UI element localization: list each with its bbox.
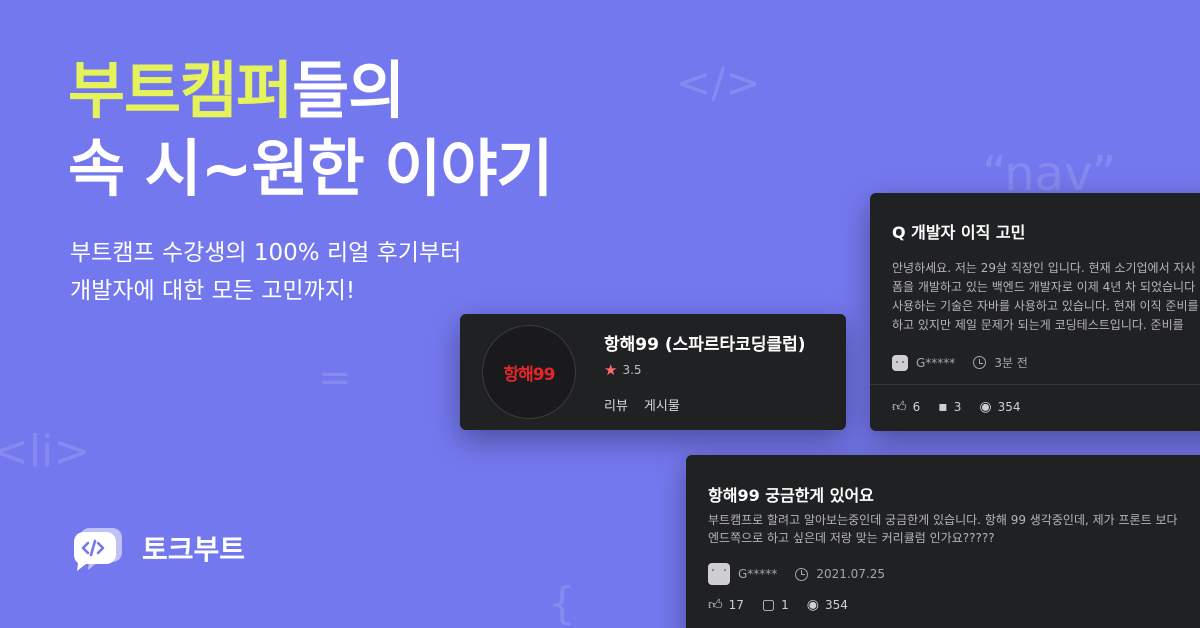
headline: 부트캠퍼들의 속 시~원한 이야기: [68, 52, 553, 208]
thumbs-up-icon: 👍︎: [708, 597, 723, 613]
brand-name: 토크부트: [142, 533, 246, 566]
question-body-line: 부트캠프로 할려고 알아보는중인데 궁금한게 있습니다. 항해 99 생각중인데…: [708, 513, 1178, 527]
comment-stat[interactable]: ▪ 3: [938, 400, 961, 414]
post-body-line: 폼을 개발하고 있는 백엔드 개발자로 이제 4년 차 되었습니다: [892, 280, 1196, 294]
company-tabs: 리뷰 게시물: [604, 395, 806, 414]
subtitle-line-1: 부트캠프 수강생의 100% 리얼 후기부터: [70, 240, 462, 266]
view-stat: ◉ 354: [807, 598, 848, 612]
divider: [870, 384, 1200, 385]
clock-icon: [795, 567, 809, 581]
post-meta: G***** 3분 전: [892, 354, 1028, 371]
question-body-line: 엔드쪽으로 하고 싶은데 저랑 맞는 커리큘럼 인가요?????: [708, 531, 995, 545]
avatar: [892, 354, 908, 371]
question-body: 부트캠프로 할려고 알아보는중인데 궁금한게 있습니다. 항해 99 생각중인데…: [708, 511, 1200, 547]
post-time: 3분 전: [994, 356, 1028, 370]
brace-decoration: {: [548, 578, 576, 628]
code-tag-decoration: </>: [676, 58, 761, 107]
like-stat[interactable]: 👍︎ 6: [892, 400, 920, 414]
rating: ★ 3.5: [604, 361, 806, 379]
headline-highlight: 부트캠퍼: [68, 54, 293, 127]
post-author: G*****: [916, 355, 956, 370]
tab-reviews[interactable]: 리뷰: [604, 395, 628, 414]
view-count: 354: [825, 598, 848, 612]
post-stats: 👍︎ 6 ▪ 3 ◉ 354: [892, 400, 1039, 414]
view-count: 354: [997, 400, 1021, 414]
equals-decoration: =: [318, 355, 352, 401]
chat-bubble-code-icon: [74, 528, 122, 571]
post-card[interactable]: Q 개발자 이직 고민 안녕하세요. 저는 29살 직장인 입니다. 현재 소기…: [870, 193, 1200, 431]
headline-line-1-rest: 들의: [292, 54, 405, 127]
post-body-line: 하고 있지만 제일 문제가 되는게 코딩테스트입니다. 준비를: [892, 318, 1184, 332]
headline-line-1: 부트캠퍼들의: [68, 52, 552, 130]
comment-icon: ▪: [938, 399, 948, 415]
post-body-line: 안녕하세요. 저는 29살 직장인 입니다. 현재 소기업에서 자사: [892, 261, 1196, 275]
avatar: [708, 563, 730, 585]
clock-icon: [973, 356, 987, 369]
question-meta: G***** 2021.07.25: [708, 563, 885, 585]
brand[interactable]: 토크부트: [70, 524, 245, 572]
question-card[interactable]: 항해99 궁금한게 있어요 부트캠프로 할려고 알아보는중인데 궁금한게 있습니…: [686, 455, 1200, 628]
post-title[interactable]: Q 개발자 이직 고민: [892, 219, 1025, 243]
comment-stat[interactable]: ▢ 1: [762, 598, 789, 612]
question-date: 2021.07.25: [816, 567, 886, 581]
comment-icon: ▢: [761, 597, 776, 613]
li-tag-decoration: <li>: [0, 426, 91, 477]
tab-posts[interactable]: 게시물: [644, 395, 680, 414]
company-info: 항해99 (스파르타코딩클럽) ★ 3.5 리뷰 게시물: [604, 330, 806, 414]
rating-value: 3.5: [622, 363, 642, 377]
like-stat[interactable]: 👍︎ 17: [708, 598, 744, 612]
eye-icon: ◉: [806, 597, 820, 613]
question-stats: 👍︎ 17 ▢ 1 ◉ 354: [708, 598, 866, 612]
post-body: 안녕하세요. 저는 29살 직장인 입니다. 현재 소기업에서 자사 폼을 개발…: [892, 259, 1200, 335]
company-card[interactable]: 항해99 항해99 (스파르타코딩클럽) ★ 3.5 리뷰 게시물: [460, 314, 846, 430]
comment-count: 3: [953, 400, 962, 414]
headline-line-2: 속 시~원한 이야기: [68, 132, 553, 205]
subtitle: 부트캠프 수강생의 100% 리얼 후기부터 개발자에 대한 모든 고민까지!: [70, 234, 461, 310]
view-stat: ◉ 354: [979, 400, 1020, 414]
subtitle-line-2: 개발자에 대한 모든 고민까지!: [70, 278, 356, 304]
comment-count: 1: [781, 598, 789, 612]
post-body-line: 사용하는 기술은 자바를 사용하고 있습니다. 현재 이직 준비를: [892, 299, 1199, 313]
like-count: 6: [912, 400, 921, 414]
company-logo-text: 항해99: [503, 364, 556, 385]
question-title[interactable]: 항해99 궁금한게 있어요: [708, 482, 874, 506]
star-icon: ★: [604, 361, 618, 379]
question-author: G*****: [738, 567, 778, 581]
like-count: 17: [728, 598, 744, 612]
company-name[interactable]: 항해99 (스파르타코딩클럽): [604, 330, 806, 355]
eye-icon: ◉: [979, 399, 992, 415]
company-logo: 항해99: [482, 325, 576, 419]
thumbs-up-icon: 👍︎: [892, 399, 907, 415]
